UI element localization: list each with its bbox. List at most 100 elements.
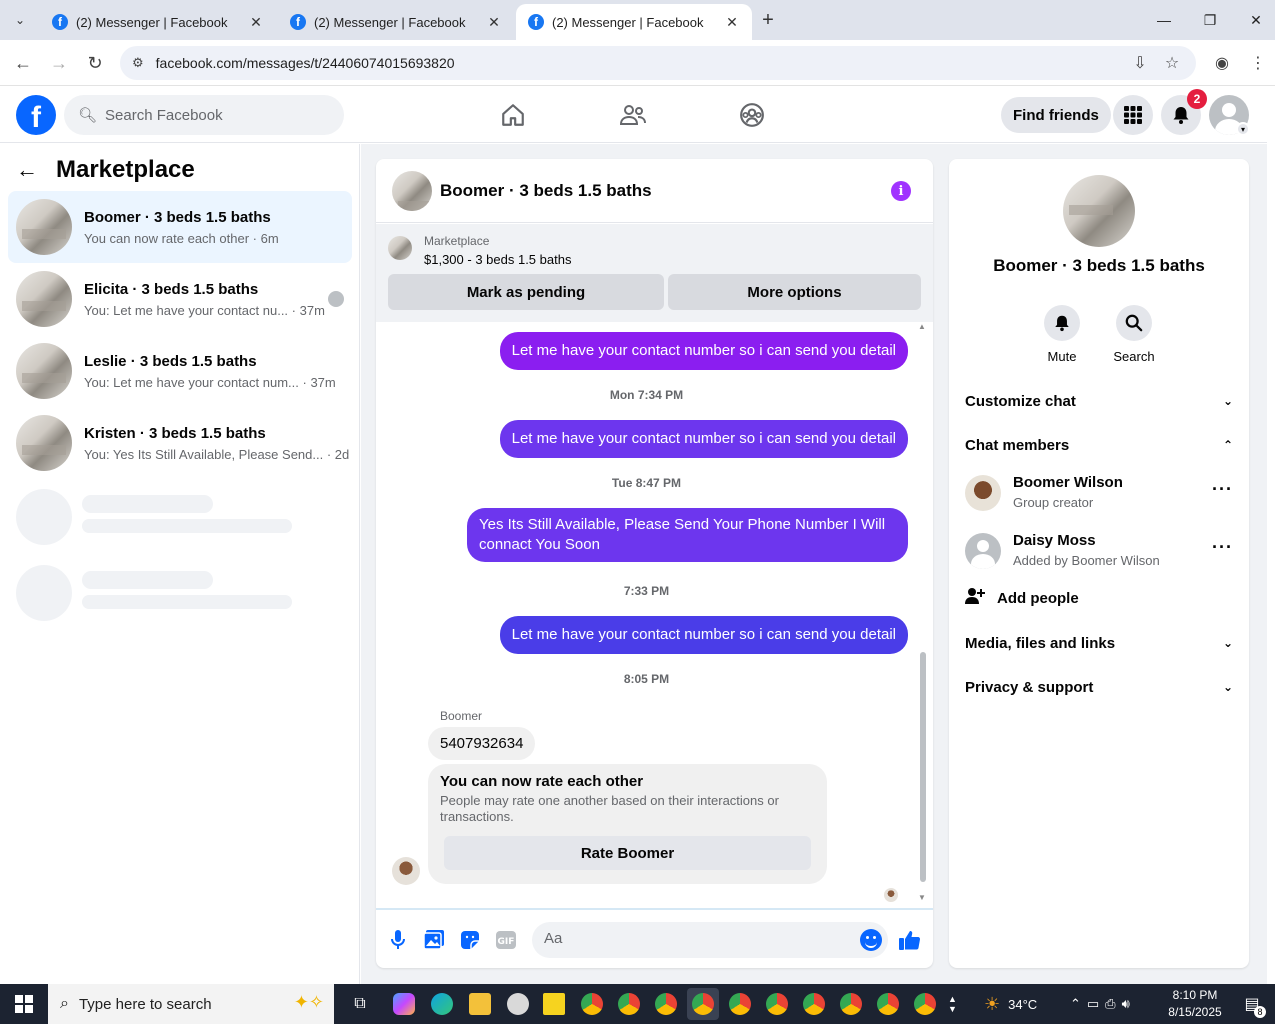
- restore-icon[interactable]: ❐: [1190, 6, 1230, 34]
- search-icon: ⌕: [60, 995, 69, 1012]
- notification-center-icon[interactable]: ▤ 8: [1238, 984, 1266, 1024]
- facebook-logo-icon[interactable]: f: [16, 95, 56, 135]
- listing-thumbnail: [16, 199, 72, 255]
- outgoing-message[interactable]: Let me have your contact number so i can…: [499, 616, 908, 654]
- chrome-profile-icon[interactable]: [835, 988, 867, 1020]
- more-options-dots-icon[interactable]: ···: [1212, 537, 1233, 558]
- edge-browser-icon[interactable]: [426, 988, 458, 1020]
- seen-avatar-icon: [328, 291, 344, 307]
- conversation-item-kristen[interactable]: Kristen · 3 beds 1.5 baths You: Yes Its …: [8, 407, 352, 479]
- chrome-profile-icon[interactable]: [650, 988, 682, 1020]
- chrome-profile-icon[interactable]: [909, 988, 941, 1020]
- section-label: Privacy & support: [965, 678, 1094, 696]
- member-daisy-moss[interactable]: Daisy Moss Added by Boomer Wilson ···: [965, 532, 1233, 573]
- tab-search-chevron-icon[interactable]: ⌄: [8, 8, 32, 32]
- find-friends-button[interactable]: Find friends: [1001, 97, 1111, 133]
- new-tab-plus-icon[interactable]: +: [756, 8, 780, 32]
- weather-widget[interactable]: ☀ 34°C: [984, 984, 1037, 1024]
- conversation-info-name: Boomer · 3 beds 1.5 baths: [993, 256, 1205, 275]
- boomer-avatar[interactable]: [392, 857, 420, 885]
- microphone-icon[interactable]: [386, 928, 410, 952]
- taskbar-scroll-arrows-icon[interactable]: ▲ ▼: [948, 984, 957, 1024]
- bookmark-star-icon[interactable]: ☆: [1159, 50, 1185, 76]
- back-arrow-icon[interactable]: ←: [16, 157, 38, 183]
- browser-menu-icon[interactable]: ⋮: [1245, 50, 1271, 76]
- rate-boomer-button[interactable]: Rate Boomer: [444, 836, 811, 870]
- more-options-dots-icon[interactable]: ···: [1212, 479, 1233, 500]
- tab-close-icon[interactable]: ✕: [724, 14, 740, 31]
- conversation-name: Boomer · 3 beds 1.5 baths: [84, 208, 271, 226]
- tab-close-icon[interactable]: ✕: [486, 14, 502, 31]
- copilot-icon[interactable]: [388, 988, 420, 1020]
- groups-icon[interactable]: [736, 99, 768, 131]
- chrome-icon[interactable]: [576, 988, 608, 1020]
- scroll-up-icon[interactable]: ▲: [918, 322, 926, 331]
- search-action[interactable]: Search: [1104, 305, 1164, 364]
- chrome-profile-icon[interactable]: [761, 988, 793, 1020]
- sticker-icon[interactable]: [458, 928, 482, 952]
- chrome-profile-icon-active[interactable]: [687, 988, 719, 1020]
- browser-tab-3-active[interactable]: f (2) Messenger | Facebook ✕: [516, 4, 752, 40]
- emoji-icon[interactable]: [860, 929, 882, 951]
- site-settings-icon[interactable]: ⚙: [132, 55, 144, 71]
- customize-chat-section[interactable]: Customize chat ⌄: [965, 389, 1233, 413]
- taskbar-clock[interactable]: 8:10 PM 8/15/2025: [1160, 987, 1230, 1021]
- chrome-profile-icon[interactable]: [613, 988, 645, 1020]
- tab-close-icon[interactable]: ✕: [248, 14, 264, 31]
- photo-attach-icon[interactable]: [422, 928, 446, 952]
- message-input[interactable]: [544, 930, 844, 947]
- app-icon[interactable]: [502, 988, 534, 1020]
- conversation-photo[interactable]: [1063, 175, 1135, 247]
- chrome-profile-icon[interactable]: [872, 988, 904, 1020]
- chrome-profile-icon[interactable]: [724, 988, 756, 1020]
- facebook-search-input[interactable]: [105, 106, 306, 124]
- file-explorer-icon[interactable]: [464, 988, 496, 1020]
- address-bar[interactable]: ⚙ facebook.com/messages/t/24406074015693…: [120, 46, 1196, 80]
- scrollbar-thumb[interactable]: [920, 652, 926, 882]
- outgoing-message[interactable]: Let me have your contact number so i can…: [499, 332, 908, 370]
- friends-icon[interactable]: [617, 99, 649, 131]
- mute-action[interactable]: Mute: [1032, 305, 1092, 364]
- conversation-item-elicita[interactable]: Elicita · 3 beds 1.5 baths You: Let me h…: [8, 263, 352, 335]
- forward-arrow-icon[interactable]: →: [46, 50, 72, 76]
- chat-listing-thumbnail[interactable]: [392, 170, 432, 211]
- incoming-message[interactable]: 5407932634: [428, 727, 536, 760]
- close-window-icon[interactable]: ✕: [1236, 6, 1275, 34]
- mark-as-pending-button[interactable]: Mark as pending: [388, 274, 664, 310]
- home-icon[interactable]: [497, 99, 529, 131]
- sidebar-title: Marketplace: [56, 156, 195, 183]
- add-people-button[interactable]: Add people: [965, 587, 1079, 609]
- facebook-search-box[interactable]: 🔍︎: [64, 95, 344, 135]
- menu-grid-icon[interactable]: [1113, 95, 1153, 135]
- thumbs-up-icon[interactable]: [898, 928, 922, 952]
- task-view-icon[interactable]: ⧉: [344, 988, 376, 1020]
- sticky-notes-icon[interactable]: [538, 988, 570, 1020]
- browser-tab-2[interactable]: f (2) Messenger | Facebook ✕: [278, 4, 514, 40]
- chat-title[interactable]: Boomer · 3 beds 1.5 baths: [440, 181, 652, 201]
- minimize-icon[interactable]: —: [1144, 6, 1184, 34]
- reload-icon[interactable]: ↻: [82, 50, 108, 76]
- browser-profile-icon[interactable]: ◉: [1209, 50, 1235, 76]
- scroll-down-icon[interactable]: ▼: [918, 893, 926, 902]
- back-arrow-icon[interactable]: ←: [10, 50, 36, 76]
- member-boomer-wilson[interactable]: Boomer Wilson Group creator ···: [965, 474, 1233, 515]
- info-icon[interactable]: i: [891, 181, 911, 201]
- message-input-box[interactable]: [532, 922, 888, 958]
- taskbar-search[interactable]: ⌕ Type here to search ✦✧: [48, 984, 334, 1024]
- windows-start-icon[interactable]: [0, 984, 48, 1024]
- more-options-button[interactable]: More options: [668, 274, 921, 310]
- conversation-item-boomer[interactable]: Boomer · 3 beds 1.5 baths You can now ra…: [8, 191, 352, 263]
- install-app-icon[interactable]: ⇩: [1127, 50, 1153, 76]
- chevron-down-icon: ⌄: [1222, 636, 1233, 650]
- chrome-profile-icon[interactable]: [798, 988, 830, 1020]
- chat-members-section[interactable]: Chat members ⌃: [965, 433, 1233, 457]
- system-tray-icons[interactable]: ⌃▭⎙🔊︎: [1070, 984, 1136, 1024]
- media-files-links-section[interactable]: Media, files and links ⌄: [965, 631, 1233, 655]
- privacy-support-section[interactable]: Privacy & support ⌄: [965, 675, 1233, 699]
- browser-tab-1[interactable]: f (2) Messenger | Facebook ✕: [40, 4, 276, 40]
- outgoing-message[interactable]: Yes Its Still Available, Please Send You…: [467, 508, 908, 562]
- conversation-item-leslie[interactable]: Leslie · 3 beds 1.5 baths You: Let me ha…: [8, 335, 352, 407]
- outgoing-message[interactable]: Let me have your contact number so i can…: [499, 420, 908, 458]
- gif-icon[interactable]: GIF: [494, 928, 518, 952]
- message-scrollbar[interactable]: ▲ ▼: [918, 322, 928, 902]
